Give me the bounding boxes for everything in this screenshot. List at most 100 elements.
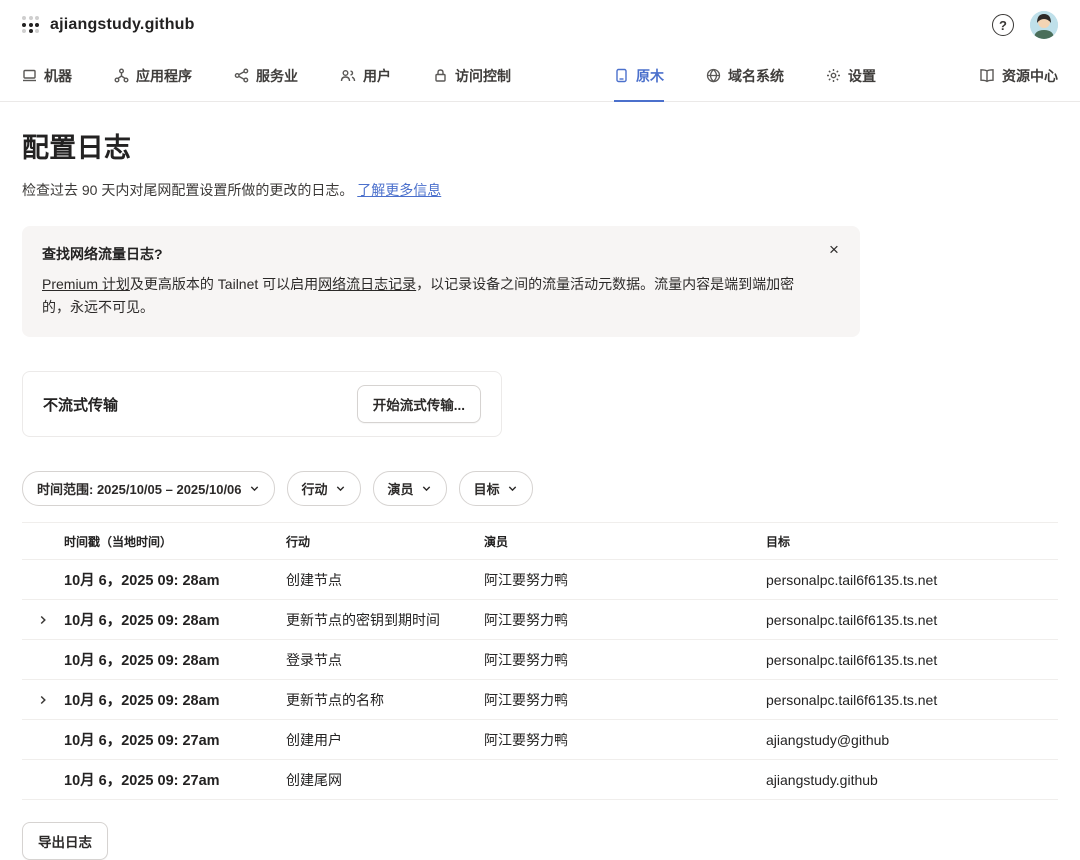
- expand-row-icon[interactable]: [22, 680, 64, 719]
- col-header-actor: 演员: [484, 523, 766, 559]
- log-target: personalpc.tail6f6135.ts.net: [766, 643, 1058, 677]
- premium-plan-link[interactable]: Premium 计划: [42, 276, 130, 292]
- table-row: 10月 6，2025 09: 28am 登录节点 阿江要努力鸭 personal…: [22, 639, 1058, 679]
- flow-logs-banner: 查找网络流量日志? Premium 计划及更高版本的 Tailnet 可以启用网…: [22, 226, 860, 337]
- logs-icon: [614, 68, 629, 83]
- tab-label: 设置: [848, 66, 876, 86]
- help-icon[interactable]: ?: [992, 14, 1014, 36]
- machines-icon: [22, 68, 37, 83]
- main-nav: 机器 应用程序 服务业 用户 访问控制 原木: [0, 50, 1080, 102]
- expand-row-icon[interactable]: [22, 600, 64, 639]
- export-logs-button[interactable]: 导出日志: [22, 822, 108, 860]
- apps-icon: [114, 68, 129, 83]
- network-flow-logs-link[interactable]: 网络流日志记录: [318, 276, 416, 292]
- streaming-status: 不流式传输: [43, 394, 118, 415]
- config-log-table: 时间戳（当地时间） 行动 演员 目标 10月 6，2025 09: 28am 创…: [22, 522, 1058, 800]
- log-target: ajiangstudy.github: [766, 763, 1058, 797]
- gear-icon: [826, 68, 841, 83]
- tab-label: 域名系统: [728, 66, 784, 86]
- log-timestamp: 10月 6，2025 09: 27am: [64, 720, 286, 759]
- subtitle-text: 检查过去 90 天内对尾网配置设置所做的更改的日志。: [22, 182, 353, 198]
- log-actor: 阿江要努力鸭: [484, 561, 766, 599]
- log-actor: 阿江要努力鸭: [484, 721, 766, 759]
- org-name: ajiangstudy.github: [50, 16, 195, 34]
- log-timestamp: 10月 6，2025 09: 28am: [64, 680, 286, 719]
- banner-body: Premium 计划及更高版本的 Tailnet 可以启用网络流日志记录，以记录…: [42, 273, 802, 319]
- users-icon: [340, 68, 356, 83]
- log-timestamp: 10月 6，2025 09: 28am: [64, 640, 286, 679]
- tailscale-logo-icon: [22, 16, 40, 34]
- log-target: ajiangstudy@github: [766, 723, 1058, 757]
- target-filter-label: 目标: [474, 479, 500, 498]
- tab-services[interactable]: 服务业: [234, 50, 298, 101]
- log-action: 更新节点的名称: [286, 681, 484, 719]
- log-actor: 阿江要努力鸭: [484, 681, 766, 719]
- log-filters: 时间范围: 2025/10/05 – 2025/10/06 行动 演员 目标: [22, 471, 1058, 506]
- banner-text-mid: 及更高版本的 Tailnet 可以启用: [130, 276, 318, 292]
- tab-machines[interactable]: 机器: [22, 50, 72, 101]
- log-actor: [484, 771, 766, 789]
- log-timestamp: 10月 6，2025 09: 27am: [64, 760, 286, 799]
- streaming-card: 不流式传输 开始流式传输...: [22, 371, 502, 437]
- table-row: 10月 6，2025 09: 27am 创建用户 阿江要努力鸭 ajiangst…: [22, 719, 1058, 759]
- log-action: 创建尾网: [286, 761, 484, 799]
- tab-label: 机器: [44, 66, 72, 86]
- col-header-action: 行动: [286, 523, 484, 559]
- log-timestamp: 10月 6，2025 09: 28am: [64, 560, 286, 599]
- tab-logs[interactable]: 原木: [614, 50, 664, 101]
- chevron-down-icon: [249, 483, 260, 494]
- tab-settings[interactable]: 设置: [826, 50, 876, 101]
- services-icon: [234, 68, 249, 83]
- log-target: personalpc.tail6f6135.ts.net: [766, 603, 1058, 637]
- log-action: 创建节点: [286, 561, 484, 599]
- action-filter[interactable]: 行动: [287, 471, 361, 506]
- tab-access-controls[interactable]: 访问控制: [433, 50, 511, 101]
- globe-icon: [706, 68, 721, 83]
- table-row: 10月 6，2025 09: 28am 更新节点的名称 阿江要努力鸭 perso…: [22, 679, 1058, 719]
- tab-label: 原木: [636, 66, 664, 86]
- book-icon: [979, 68, 995, 83]
- actor-filter-label: 演员: [388, 479, 414, 498]
- page-subtitle: 检查过去 90 天内对尾网配置设置所做的更改的日志。 了解更多信息: [22, 180, 1058, 200]
- date-range-label: 时间范围: 2025/10/05 – 2025/10/06: [37, 479, 242, 498]
- banner-close-icon[interactable]: ×: [824, 240, 844, 260]
- tab-dns[interactable]: 域名系统: [706, 50, 784, 101]
- chevron-down-icon: [507, 483, 518, 494]
- tab-users[interactable]: 用户: [340, 50, 391, 101]
- log-action: 登录节点: [286, 641, 484, 679]
- table-row: 10月 6，2025 09: 28am 创建节点 阿江要努力鸭 personal…: [22, 559, 1058, 599]
- avatar[interactable]: [1030, 11, 1058, 39]
- target-filter[interactable]: 目标: [459, 471, 533, 506]
- date-range-filter[interactable]: 时间范围: 2025/10/05 – 2025/10/06: [22, 471, 275, 506]
- log-timestamp: 10月 6，2025 09: 28am: [64, 600, 286, 639]
- top-bar: ajiangstudy.github ?: [0, 0, 1080, 50]
- log-actor: 阿江要努力鸭: [484, 601, 766, 639]
- chevron-down-icon: [421, 483, 432, 494]
- table-header-row: 时间戳（当地时间） 行动 演员 目标: [22, 522, 1058, 559]
- tab-label: 访问控制: [455, 66, 511, 86]
- log-action: 创建用户: [286, 721, 484, 759]
- avatar-image: [1030, 11, 1058, 39]
- log-action: 更新节点的密钥到期时间: [286, 601, 484, 639]
- col-header-timestamp: 时间戳（当地时间）: [64, 523, 286, 559]
- start-streaming-button[interactable]: 开始流式传输...: [357, 385, 481, 423]
- tab-label: 应用程序: [136, 66, 192, 86]
- lock-icon: [433, 68, 448, 83]
- page-title: 配置日志: [22, 126, 1058, 165]
- resource-center-link[interactable]: 资源中心: [979, 50, 1058, 101]
- learn-more-link[interactable]: 了解更多信息: [357, 182, 441, 198]
- log-actor: 阿江要努力鸭: [484, 641, 766, 679]
- resource-center-label: 资源中心: [1002, 66, 1058, 86]
- actor-filter[interactable]: 演员: [373, 471, 447, 506]
- chevron-down-icon: [335, 483, 346, 494]
- tab-label: 用户: [363, 66, 391, 86]
- table-row: 10月 6，2025 09: 27am 创建尾网 ajiangstudy.git…: [22, 759, 1058, 799]
- tab-apps[interactable]: 应用程序: [114, 50, 192, 101]
- col-header-target: 目标: [766, 523, 1058, 559]
- tab-label: 服务业: [256, 66, 298, 86]
- log-target: personalpc.tail6f6135.ts.net: [766, 683, 1058, 717]
- table-row: 10月 6，2025 09: 28am 更新节点的密钥到期时间 阿江要努力鸭 p…: [22, 599, 1058, 639]
- log-target: personalpc.tail6f6135.ts.net: [766, 563, 1058, 597]
- banner-title: 查找网络流量日志?: [42, 244, 840, 264]
- action-filter-label: 行动: [302, 479, 328, 498]
